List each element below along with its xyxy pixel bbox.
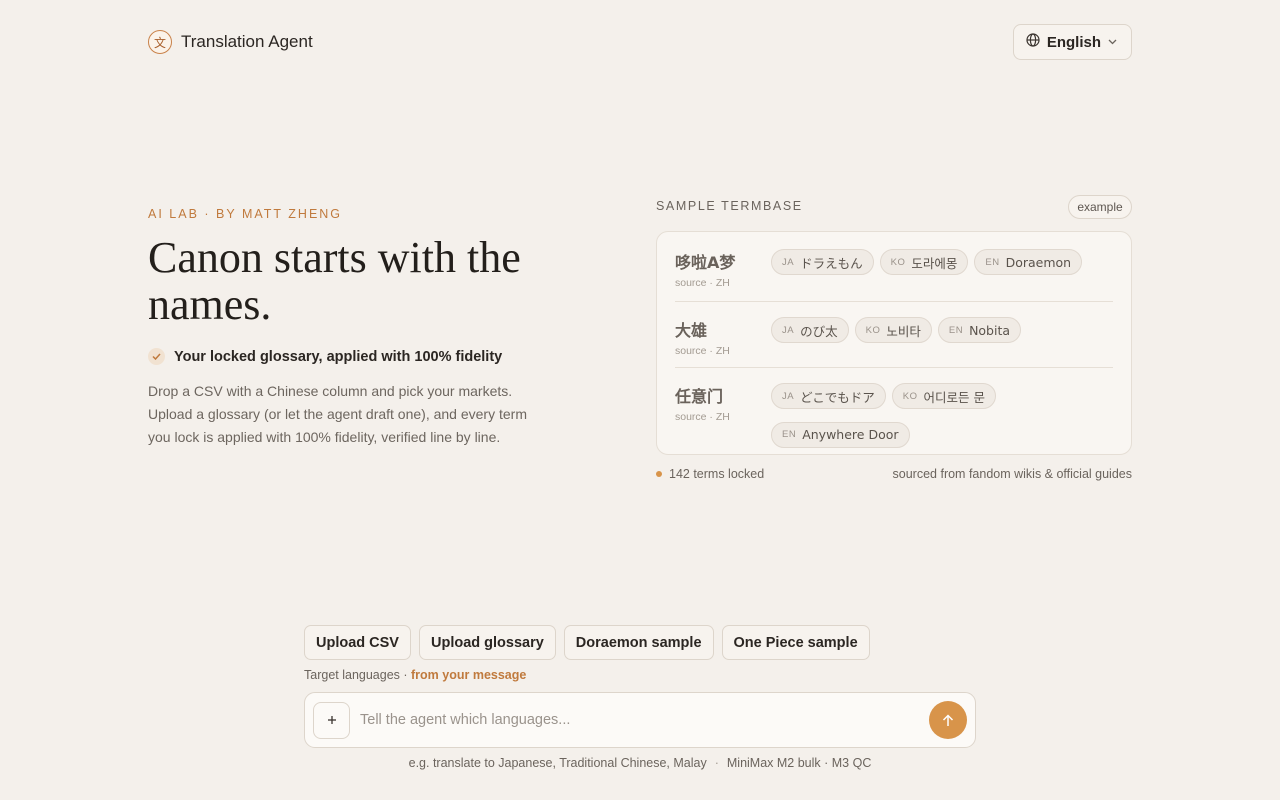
source-term: 哆啦A梦 source · ZH xyxy=(675,249,771,301)
lang-code: KO xyxy=(865,324,881,336)
hint-model: MiniMax M2 bulk · M3 QC xyxy=(726,756,872,770)
quick-actions: Upload CSV Upload glossary Doraemon samp… xyxy=(304,625,870,660)
translation-tag-en: EN Doraemon xyxy=(974,249,1083,275)
plus-icon xyxy=(327,716,336,724)
translation-value: のび太 xyxy=(800,323,838,339)
lang-code: KO xyxy=(902,390,918,402)
lang-code: KO xyxy=(890,256,906,268)
source-language-label: source · ZH xyxy=(675,411,730,423)
translation-tags: JA のび太 KO 노비타 EN Nobita xyxy=(771,317,1113,367)
termbase-row: 任意门 source · ZH JA どこでもドア KO 어디로든 문 EN Anyw… xyxy=(675,368,1113,454)
feature-check: Your locked glossary, applied with 100% … xyxy=(148,348,502,365)
translation-tag-ja: JA のび太 xyxy=(771,317,849,343)
translation-tag-ko: KO 도라에몽 xyxy=(879,249,969,275)
translation-tag-en: EN Anywhere Door xyxy=(771,421,910,448)
source-language-label: source · ZH xyxy=(675,345,730,357)
source-note: sourced from fandom wikis & official gui… xyxy=(892,467,1132,481)
one-piece-sample-button[interactable]: One Piece sample xyxy=(721,625,870,660)
upload-csv-button[interactable]: Upload CSV xyxy=(304,625,411,660)
source-term: 任意门 source · ZH xyxy=(675,383,771,454)
termbase-row: 大雄 source · ZH JA のび太 KO 노비타 EN Nobita xyxy=(675,302,1113,368)
termbase-label: SAMPLE TERMBASE xyxy=(656,199,803,213)
target-prefix: Target languages · xyxy=(304,668,412,682)
lang-code: JA xyxy=(782,324,795,336)
upload-glossary-button[interactable]: Upload glossary xyxy=(418,625,556,660)
translation-tag-ko: KO 노비타 xyxy=(854,317,932,343)
translation-tags: JA どこでもドア KO 어디로든 문 EN Anywhere Door xyxy=(771,383,1113,454)
lang-code: EN xyxy=(948,324,964,336)
translation-tag-en: EN Nobita xyxy=(937,317,1022,343)
lang-code: EN xyxy=(782,429,797,440)
app-name: Translation Agent xyxy=(181,32,313,51)
translation-value: Nobita xyxy=(969,322,1011,338)
lang-code: JA xyxy=(782,256,795,268)
termbase-row: 哆啦A梦 source · ZH JA ドラえもん KO 도라에몽 EN Doraem… xyxy=(675,232,1113,302)
message-input[interactable] xyxy=(350,693,929,747)
hint-example: e.g. translate to Japanese, Traditional … xyxy=(408,756,707,770)
terms-locked-count: 142 terms locked xyxy=(669,467,765,481)
composer-hint: e.g. translate to Japanese, Traditional … xyxy=(408,756,872,770)
language-label: English xyxy=(1046,33,1101,51)
translation-value: Anywhere Door xyxy=(802,427,899,442)
hero-description: Drop a CSV with a Chinese column and pic… xyxy=(148,383,527,445)
translation-value: 어디로든 문 xyxy=(923,389,985,405)
chevron-down-icon xyxy=(1108,37,1117,48)
language-selector[interactable]: English xyxy=(1012,24,1132,60)
message-composer xyxy=(304,692,976,748)
source-language-label: source · ZH xyxy=(675,277,730,289)
translate-logo-icon: 文 xyxy=(148,30,172,54)
example-badge: example xyxy=(1068,195,1132,219)
header: 文 Translation Agent English xyxy=(148,24,1132,60)
source-term-text: 哆啦A梦 xyxy=(675,253,736,272)
termbase-card: 哆啦A梦 source · ZH JA ドラえもん KO 도라에몽 EN Doraem… xyxy=(656,231,1132,455)
translation-tag-ja: JA どこでもドア xyxy=(771,383,886,409)
terms-locked-status: 142 terms locked xyxy=(656,467,764,481)
source-term-text: 任意门 xyxy=(675,387,724,406)
translation-tag-ko: KO 어디로든 문 xyxy=(891,383,996,409)
brand[interactable]: 文 Translation Agent xyxy=(148,30,313,54)
globe-icon xyxy=(1026,32,1040,52)
eyebrow: AI LAB · BY MATT ZHENG xyxy=(148,207,343,221)
translation-value: 도라에몽 xyxy=(911,255,958,271)
feature-label: Your locked glossary, applied with 100% … xyxy=(174,348,503,365)
translation-tag-ja: JA ドラえもん xyxy=(771,249,874,275)
attach-button[interactable] xyxy=(313,701,350,739)
translation-value: ドラえもん xyxy=(800,255,863,271)
translation-tags: JA ドラえもん KO 도라에몽 EN Doraemon xyxy=(771,249,1113,301)
target-source: from your message xyxy=(411,668,527,682)
translation-value: どこでもドア xyxy=(800,389,875,405)
send-button[interactable] xyxy=(929,701,967,739)
source-term-text: 大雄 xyxy=(675,321,708,340)
translation-value: 노비타 xyxy=(886,323,921,339)
translation-value: Doraemon xyxy=(1005,254,1072,270)
status-dot-icon xyxy=(656,471,662,477)
source-term: 大雄 source · ZH xyxy=(675,317,771,367)
page-title: Canon starts with the names. xyxy=(148,233,521,329)
lang-code: JA xyxy=(782,390,795,402)
lang-code: EN xyxy=(985,256,1000,268)
check-icon xyxy=(148,348,165,365)
doraemon-sample-button[interactable]: Doraemon sample xyxy=(563,625,714,660)
target-languages-label: Target languages · from your message xyxy=(304,668,526,682)
arrow-up-icon xyxy=(942,713,954,726)
